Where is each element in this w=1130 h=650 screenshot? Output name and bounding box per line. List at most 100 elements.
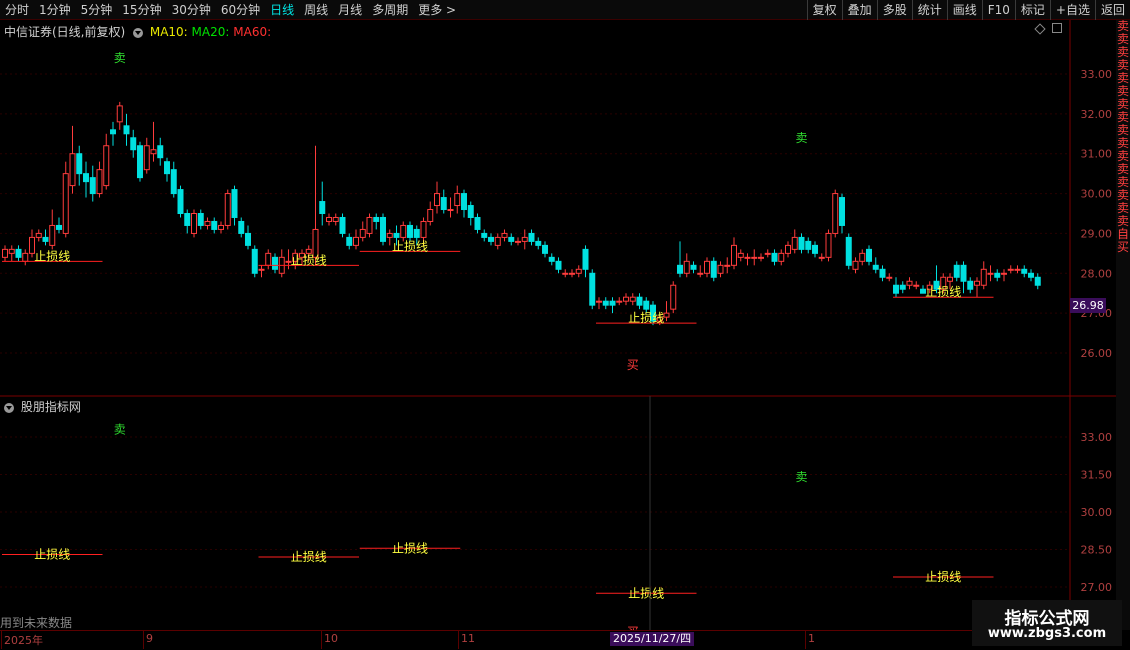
candle-body <box>1014 268 1021 271</box>
side-signal-17: 买 <box>1116 240 1129 254</box>
watermark-url: www.zbgs3.com <box>987 626 1107 641</box>
candle-body <box>866 248 872 262</box>
candle-body <box>967 280 974 290</box>
y-tick-label: 31.00 <box>1081 148 1113 161</box>
y-tick-label: 26.00 <box>1081 347 1113 360</box>
candle-body <box>602 300 609 306</box>
candle-body <box>380 216 386 242</box>
candle-body <box>893 284 899 294</box>
candle-body <box>913 284 920 287</box>
candle-body <box>758 256 764 259</box>
candle-body <box>427 209 434 222</box>
candle-body <box>535 240 542 246</box>
candle-body <box>677 264 683 274</box>
candle-body <box>272 256 278 270</box>
candle-body <box>49 224 56 246</box>
y-tick-label: 29.00 <box>1081 227 1113 240</box>
candle-body <box>515 240 521 243</box>
candle-body <box>96 169 103 195</box>
candle-body <box>542 244 548 254</box>
candle-body <box>623 296 629 302</box>
candle-body <box>778 252 785 262</box>
candle-body <box>771 252 778 262</box>
candle-body <box>265 252 272 266</box>
price-chart[interactable]: 33.00 32.00 31.00 30.00 29.00 28.00 27.00 26.00… <box>0 0 1116 630</box>
candle-body <box>319 201 326 215</box>
candle-body <box>751 256 758 259</box>
candle-body <box>555 260 562 270</box>
candle-body <box>805 240 812 250</box>
candle-body <box>616 300 623 303</box>
candle-body <box>562 272 569 275</box>
candle-body <box>373 216 380 222</box>
y-tick-label: 31.50 <box>1081 469 1113 482</box>
stop-line-label: 止损线 <box>925 570 961 584</box>
candle-body <box>569 272 575 275</box>
candle-body <box>400 224 407 238</box>
candle-body <box>575 268 582 274</box>
candle-body <box>211 220 218 230</box>
candle-body <box>231 189 238 218</box>
candle-body <box>731 244 737 266</box>
candle-body <box>785 244 791 254</box>
y-tick-label: 27.00 <box>1081 581 1113 594</box>
candle-body <box>1007 268 1014 271</box>
stop-line-label: 止损线 <box>34 548 70 562</box>
candle-body <box>413 228 420 238</box>
candle-body <box>143 145 150 171</box>
candle-body <box>582 248 589 270</box>
candle-body <box>407 224 413 238</box>
candle-body <box>386 232 393 238</box>
sell-signal: 卖 <box>795 131 807 145</box>
date-axis: 2025/11/27/四 2025年 9 10 11 1 <box>0 630 1116 650</box>
candle-body <box>15 248 22 258</box>
date-label-0: 2025年 <box>4 634 43 647</box>
candle-body <box>245 232 251 246</box>
candle-body <box>197 213 204 226</box>
candle-body <box>845 236 852 266</box>
candle-body <box>609 300 616 306</box>
candle-body <box>636 296 643 306</box>
candle-body <box>710 260 717 278</box>
y-tick-label: 30.00 <box>1081 506 1113 519</box>
y-tick-label: 30.00 <box>1081 188 1113 201</box>
candle-body <box>164 161 170 175</box>
candle-body <box>366 216 373 234</box>
candle-body <box>474 216 481 230</box>
candle-body <box>521 236 528 242</box>
sell-signal: 卖 <box>114 423 126 437</box>
candle-body <box>76 153 83 175</box>
y-tick-label: 32.00 <box>1081 108 1113 121</box>
date-label-4: 1 <box>808 632 815 645</box>
candle-body <box>791 236 798 250</box>
candle-body <box>629 296 636 302</box>
candle-body <box>62 173 69 234</box>
candle-body <box>879 268 886 278</box>
date-tick <box>805 631 806 649</box>
candle-body <box>508 236 515 242</box>
candle-body <box>670 284 677 310</box>
candle-body <box>1034 276 1041 286</box>
candle-body <box>184 213 191 226</box>
candle-body <box>825 232 832 258</box>
candle-body <box>663 312 670 318</box>
stop-line-label: 止损线 <box>392 541 428 555</box>
stop-line-label: 止损线 <box>392 239 428 253</box>
candle-body <box>724 264 731 267</box>
candle-body <box>440 197 447 211</box>
candle-body <box>1028 272 1034 278</box>
candle-body <box>251 248 258 274</box>
candle-body <box>110 129 116 135</box>
candle-body <box>393 232 400 238</box>
candle-body <box>886 276 893 279</box>
date-label-3: 11 <box>461 632 475 645</box>
candle-body <box>812 244 818 254</box>
y-tick-label: 28.50 <box>1081 544 1113 557</box>
date-label-1: 9 <box>146 632 153 645</box>
date-tick <box>143 631 144 649</box>
candle-body <box>818 256 825 259</box>
candle-body <box>643 300 650 310</box>
candle-body <box>852 260 859 270</box>
candle-body <box>987 272 994 275</box>
candle-body <box>764 252 771 255</box>
